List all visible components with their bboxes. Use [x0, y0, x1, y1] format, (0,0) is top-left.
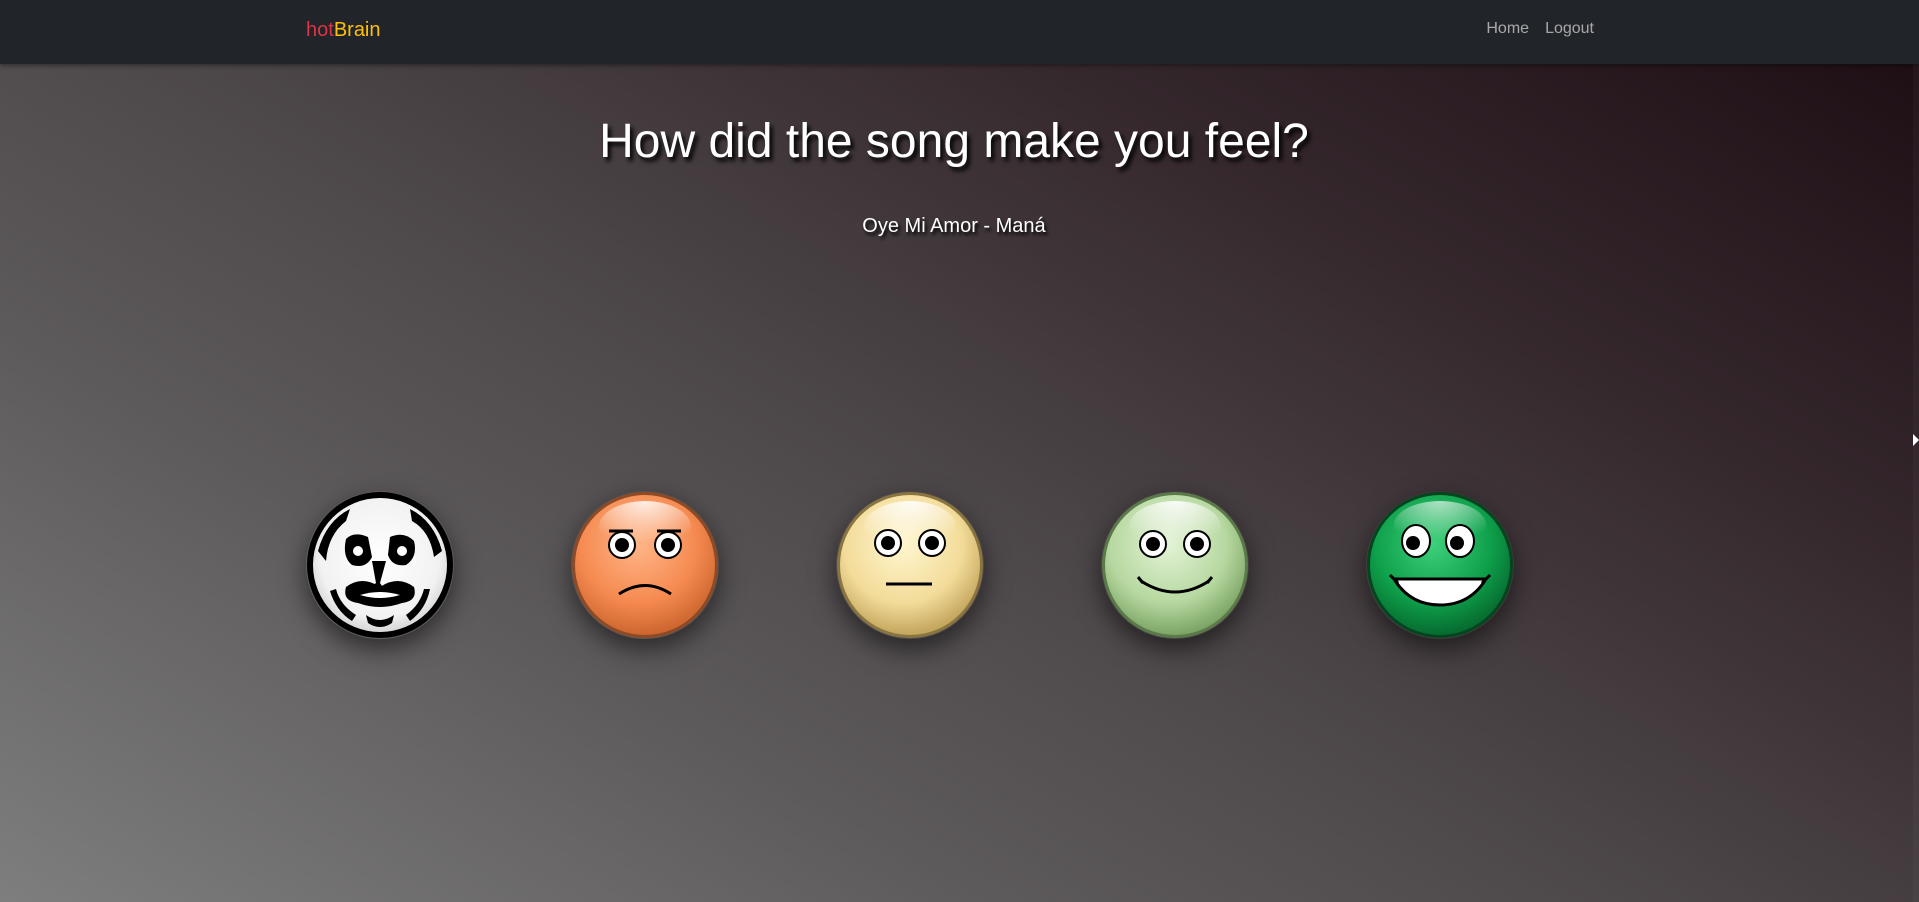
- nav-logout-link[interactable]: Logout: [1545, 19, 1594, 39]
- happy-face-button[interactable]: [1101, 491, 1249, 639]
- very-happy-face-icon: [1367, 492, 1513, 638]
- neutral-face-button[interactable]: [836, 491, 984, 639]
- page-scroll-edge[interactable]: [1913, 64, 1919, 902]
- navbar: hotBrain Home Logout: [0, 0, 1919, 64]
- neutral-face-icon: [837, 492, 983, 638]
- nav-links: Home Logout: [1486, 19, 1594, 39]
- side-panel-handle-icon[interactable]: [1913, 434, 1919, 446]
- song-name: Oye Mi Amor - Maná: [862, 215, 1046, 237]
- sad-face-icon: [572, 492, 718, 638]
- sad-face-button[interactable]: [571, 491, 719, 639]
- rage-face-icon: [307, 492, 453, 638]
- happy-face-icon: [1102, 492, 1248, 638]
- nav-home-link[interactable]: Home: [1486, 19, 1529, 39]
- brand-logo[interactable]: hotBrain: [306, 18, 381, 42]
- brand-hot-text: hot: [306, 19, 334, 41]
- very-happy-face-button[interactable]: [1366, 491, 1514, 639]
- brand-brain-text: Brain: [333, 19, 381, 41]
- rage-face-button[interactable]: [306, 491, 454, 639]
- page-title: How did the song make you feel?: [599, 115, 1309, 168]
